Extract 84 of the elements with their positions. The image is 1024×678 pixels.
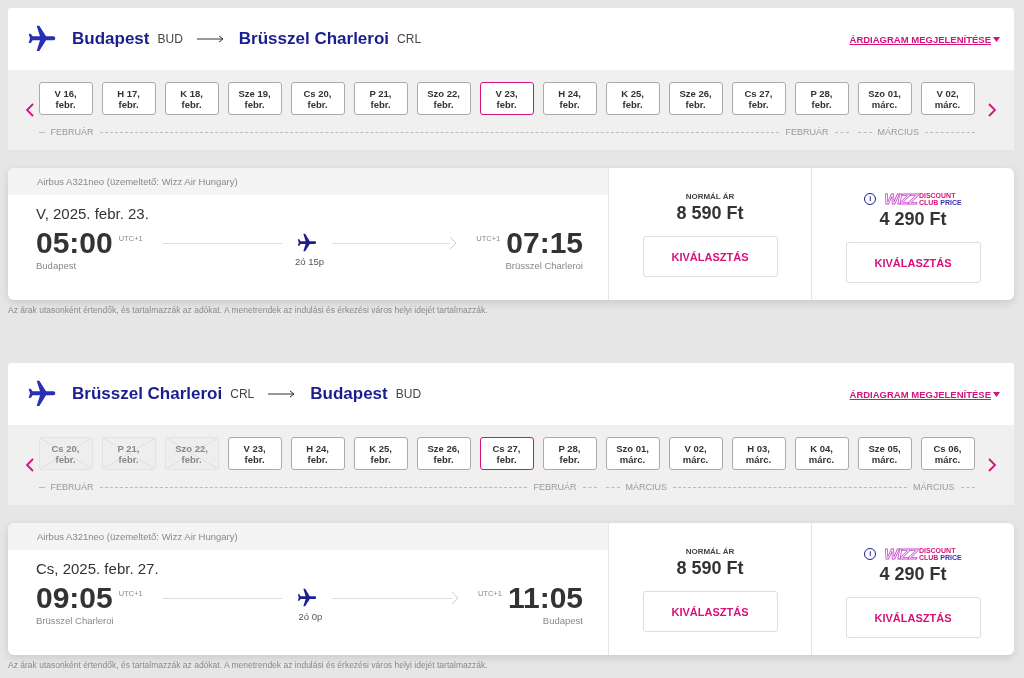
select-button[interactable]: KIVÁLASZTÁS: [845, 242, 981, 283]
month-label: MÁRCIUS: [913, 482, 955, 492]
date-tab[interactable]: H 24, febr.: [290, 437, 345, 470]
date-tab[interactable]: P 28, febr.: [542, 437, 597, 470]
club-price: 4 290 Ft: [879, 209, 947, 230]
origin-city: Brüsszel Charleroi: [72, 384, 223, 404]
club-price: 4 290 Ft: [879, 564, 947, 585]
date-tab[interactable]: H 03, márc.: [731, 437, 786, 470]
date-tab[interactable]: K 18, febr.: [164, 82, 219, 115]
flight-duration: 2ó 15p: [294, 256, 325, 267]
arrival-city: Brüsszel Charleroi: [505, 260, 583, 271]
date-tab[interactable]: P 21, febr.: [353, 82, 408, 115]
date-tab[interactable]: Sze 26, febr.: [668, 82, 723, 115]
flight-duration: 2ó 0p: [298, 611, 323, 622]
date-tab[interactable]: V 02, márc.: [920, 82, 975, 115]
date-tab[interactable]: K 04, márc.: [794, 437, 849, 470]
price-note: Az árak utasonként értendők, és tartalmazzák az adókat. A menetrendek az indulási és érkezési város helyi idejét tartalmazzák.: [8, 305, 489, 315]
flight-date: V, 2025. febr. 23.: [36, 205, 150, 222]
date-tab[interactable]: Szo 01, márc.: [605, 437, 660, 470]
month-label: FEBRUÁR: [785, 127, 829, 137]
aircraft-info: Airbus A321neo (üzemeltető: Wizz Air Hungary): [8, 523, 608, 550]
date-tab[interactable]: V 16, febr.: [38, 82, 93, 115]
arrival-time: 07:15: [506, 226, 583, 260]
select-button[interactable]: KIVÁLASZTÁS: [845, 597, 981, 638]
destination-city: Budapest: [310, 384, 388, 404]
month-label: FEBRUÁR: [533, 482, 577, 492]
select-button[interactable]: KIVÁLASZTÁS: [642, 591, 778, 632]
arrival-city: Budapest: [542, 615, 583, 626]
arrowhead-icon: [451, 592, 458, 604]
caret-icon: [993, 391, 1000, 397]
date-tab[interactable]: Cs 20, febr.: [290, 82, 345, 115]
date-tab[interactable]: H 17, febr.: [101, 82, 156, 115]
date-tab[interactable]: V 02, márc.: [668, 437, 723, 470]
departure-time: 05:00: [36, 226, 113, 260]
price-label: NORMÁL ÁR: [685, 192, 735, 201]
caret-icon: [993, 36, 1000, 42]
normal-price: 8 590 Ft: [676, 203, 744, 224]
price-chart-link[interactable]: ÁRDIAGRAM MEGJELENÍTÉSE: [849, 33, 991, 45]
price-label: NORMÁL ÁR: [685, 547, 735, 556]
date-tab[interactable]: Cs 27, febr.: [731, 82, 786, 115]
chevron-left-icon: [25, 101, 36, 118]
month-label: FEBRUÁR: [50, 127, 94, 137]
departure-time: 09:05: [36, 581, 113, 615]
brand-logo: WIZZ: [884, 545, 917, 562]
date-tab[interactable]: Sze 19, febr.: [227, 82, 282, 115]
chevron-right-icon: [986, 456, 997, 473]
aircraft-info: Airbus A321neo (üzemeltető: Wizz Air Hungary): [8, 168, 608, 195]
arrowhead-icon: [450, 237, 457, 249]
destination-city: Brüsszel Charleroi: [238, 29, 390, 49]
price-note: Az árak utasonként értendők, és tartalmazzák az adókat. A menetrendek az indulási és érkezési város helyi idejét tartalmazzák.: [8, 660, 489, 670]
date-tab[interactable]: Szo 22, febr.: [416, 82, 471, 115]
month-label: FEBRUÁR: [50, 482, 94, 492]
departure-city: Budapest: [36, 260, 77, 271]
date-tab[interactable]: Szo 01, márc.: [857, 82, 912, 115]
select-button[interactable]: KIVÁLASZTÁS: [642, 236, 778, 277]
price-chart-link[interactable]: ÁRDIAGRAM MEGJELENÍTÉSE: [849, 388, 991, 400]
date-tab[interactable]: Sze 26, febr.: [416, 437, 471, 470]
arrow-icon: [268, 390, 297, 398]
airport-code: CRL: [230, 387, 255, 401]
date-tab[interactable]: K 25, febr.: [353, 437, 408, 470]
brand-logo: WIZZ: [884, 190, 917, 207]
chevron-right-icon: [986, 101, 997, 118]
date-tab[interactable]: Cs 06, márc.: [920, 437, 975, 470]
airport-code: BUD: [395, 387, 422, 401]
flight-date: Cs, 2025. febr. 27.: [36, 560, 160, 577]
date-tab[interactable]: P 28, febr.: [794, 82, 849, 115]
normal-price: 8 590 Ft: [676, 558, 744, 579]
airport-code: BUD: [157, 32, 183, 46]
date-tab[interactable]: Cs 27, febr.: [479, 437, 534, 470]
date-tab[interactable]: V 23, febr.: [227, 437, 282, 470]
date-tab[interactable]: H 24, febr.: [542, 82, 597, 115]
arrival-time: 11:05: [507, 581, 583, 615]
airplane-icon: [296, 587, 319, 609]
arrow-icon: [196, 35, 225, 43]
chevron-left-icon: [25, 456, 36, 473]
departure-city: Brüsszel Charleroi: [36, 615, 114, 626]
date-tab[interactable]: Sze 05, márc.: [857, 437, 912, 470]
date-tab[interactable]: V 23, febr.: [479, 82, 534, 115]
airplane-icon: [295, 232, 318, 254]
date-tab[interactable]: K 25, febr.: [605, 82, 660, 115]
origin-city: Budapest: [72, 29, 150, 49]
month-label: MÁRCIUS: [877, 127, 919, 137]
airport-code: CRL: [397, 32, 422, 46]
month-label: MÁRCIUS: [625, 482, 667, 492]
